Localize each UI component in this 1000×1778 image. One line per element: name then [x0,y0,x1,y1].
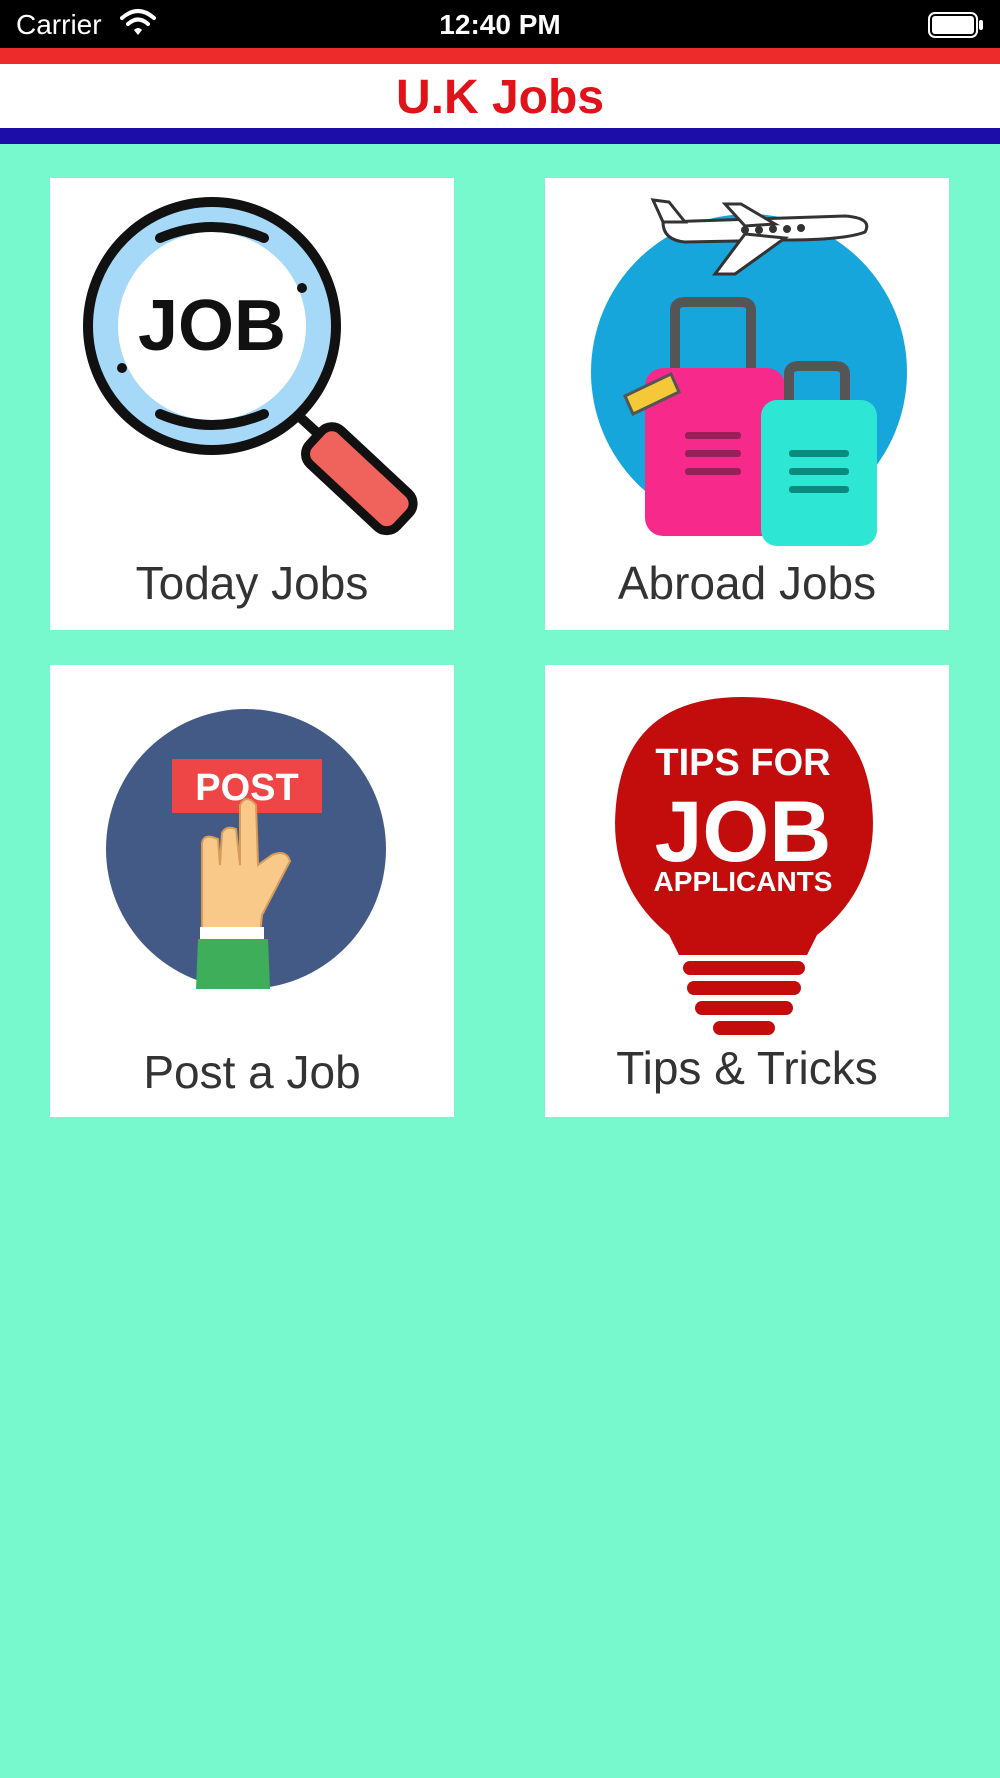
tile-post-a-job[interactable]: POST Post a Job [50,665,454,1117]
nav-header: U.K Jobs [0,64,1000,128]
status-bar: Carrier 12:40 PM [0,0,1000,48]
tile-label: Tips & Tricks [616,1042,878,1094]
tile-label: Post a Job [143,1046,361,1098]
tips-image-line1: TIPS FOR [655,742,830,784]
header-stripe-red [0,48,1000,64]
tile-label: Today Jobs [135,557,369,609]
battery-icon [928,12,984,43]
tips-image-line3: APPLICANTS [654,866,833,897]
tile-label: Abroad Jobs [617,557,877,609]
job-image-text: JOB [138,286,286,366]
tile-today-jobs[interactable]: JOB Today Jobs [50,178,454,630]
clock-time: 12:40 PM [439,9,561,40]
app-title: U.K Jobs [395,71,605,124]
tile-tips-tricks[interactable]: TIPS FOR JOB APPLICANTS Tips & Tricks [545,665,949,1117]
header-stripe-blue [0,128,1000,144]
tile-abroad-jobs[interactable]: Abroad Jobs [545,178,949,630]
